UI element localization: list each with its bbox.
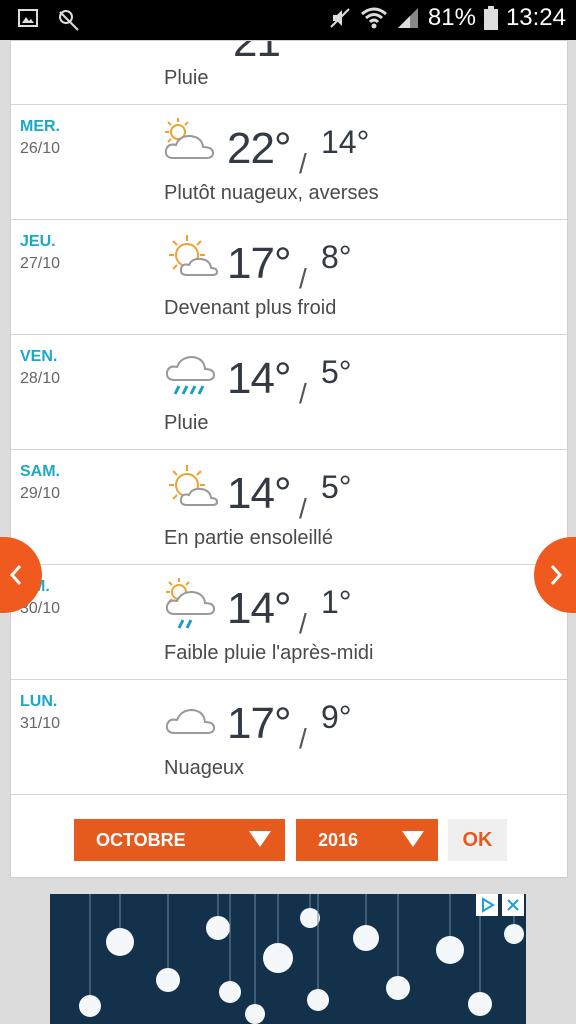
- location-off-icon: [59, 10, 79, 31]
- high-temp: 14°: [227, 354, 292, 403]
- high-temp: 17°: [227, 239, 292, 288]
- day-label: VEN.: [20, 348, 58, 365]
- previous-button[interactable]: [0, 537, 42, 613]
- chevron-down-icon: [402, 831, 424, 847]
- date-controls: OCTOBRE 2016 OK: [11, 819, 567, 877]
- month-select[interactable]: OCTOBRE: [74, 819, 285, 861]
- forecast-description: Plutôt nuageux, averses: [164, 182, 379, 204]
- cloud-icon: [165, 708, 216, 734]
- date-label: 28/10: [20, 370, 61, 387]
- year-select[interactable]: 2016: [296, 819, 438, 861]
- temp-separator: /: [299, 378, 307, 409]
- day-label: LUN.: [20, 693, 58, 710]
- screenshot-icon: [18, 9, 38, 27]
- forecast-description: Pluie: [164, 412, 209, 434]
- forecast-row: M. 30/10 14° / 1° Faible pluie l'après-m…: [11, 564, 567, 680]
- low-temp: 5°: [321, 354, 352, 390]
- day-label: SAM.: [20, 463, 60, 480]
- forecast-row-partial: 21° Pluie: [11, 40, 567, 105]
- low-temp: 1°: [321, 584, 352, 620]
- close-icon[interactable]: [502, 894, 524, 916]
- rain-icon: [161, 40, 221, 55]
- forecast-row: MER. 26/10 22° / 14° Plutôt nuageux, ave…: [11, 104, 567, 220]
- high-temp: 17°: [227, 699, 292, 748]
- high-temp: 22°: [227, 124, 292, 173]
- sun-cloud-icon: [169, 465, 219, 506]
- temp-separator: /: [299, 723, 307, 754]
- sun-rain-icon: [165, 578, 216, 629]
- low-temp: 5°: [321, 469, 352, 505]
- sun-cloud-icon: [164, 118, 215, 159]
- day-label: JEU.: [20, 233, 56, 250]
- light-bulbs-image: [50, 894, 526, 1024]
- temp-separator: /: [299, 608, 307, 639]
- signal-icon: [397, 8, 418, 28]
- battery-icon: [483, 6, 498, 30]
- forecast-row: VEN. 28/10 14° / 5° Pluie: [11, 334, 567, 450]
- high-temp: 14°: [227, 584, 292, 633]
- high-temp: 21°: [233, 40, 298, 66]
- adchoices-icon[interactable]: [476, 894, 498, 916]
- chevron-right-icon: [550, 565, 563, 585]
- date-label: 29/10: [20, 485, 61, 502]
- forecast-row: LUN. 31/10 17° / 9° Nuageux: [11, 679, 567, 795]
- forecast-description: En partie ensoleillé: [164, 527, 333, 549]
- rain-icon: [165, 355, 216, 395]
- year-select-label: 2016: [318, 830, 359, 850]
- forecast-description: Pluie: [164, 67, 209, 89]
- forecast-card: 21° Pluie MER. 26/10 22° / 14° Plutôt nu…: [10, 40, 568, 878]
- date-label: 26/10: [20, 140, 61, 157]
- ad-badges: [476, 894, 524, 916]
- forecast-row: JEU. 27/10 17° / 8° Devenant plus froid: [11, 219, 567, 335]
- high-temp: 14°: [227, 469, 292, 518]
- next-button[interactable]: [534, 537, 576, 613]
- temp-separator: /: [299, 263, 307, 294]
- sun-cloud-icon: [169, 235, 219, 276]
- clock: 13:24: [505, 4, 566, 31]
- low-temp: 14°: [321, 124, 370, 160]
- date-label: 31/10: [20, 715, 61, 732]
- temp-separator: /: [299, 493, 307, 524]
- date-label: 27/10: [20, 255, 61, 272]
- forecast-row: SAM. 29/10 14° / 5° En partie ensoleillé: [11, 449, 567, 565]
- battery-percent: 81%: [427, 4, 476, 31]
- temp-separator: /: [299, 148, 307, 179]
- day-label: MER.: [20, 118, 60, 135]
- chevron-down-icon: [249, 831, 271, 847]
- month-select-label: OCTOBRE: [96, 830, 186, 850]
- low-temp: 8°: [321, 239, 352, 275]
- forecast-description: Faible pluie l'après-midi: [164, 642, 374, 664]
- mute-icon: [330, 8, 350, 28]
- ok-button[interactable]: OK: [448, 819, 507, 861]
- wifi-icon: [360, 7, 387, 29]
- low-temp: 9°: [321, 699, 352, 735]
- status-bar: 81% 13:24: [0, 0, 576, 40]
- forecast-description: Nuageux: [164, 757, 245, 779]
- chevron-left-icon: [9, 565, 22, 585]
- forecast-description: Devenant plus froid: [164, 297, 337, 319]
- ad-banner[interactable]: [50, 894, 526, 1024]
